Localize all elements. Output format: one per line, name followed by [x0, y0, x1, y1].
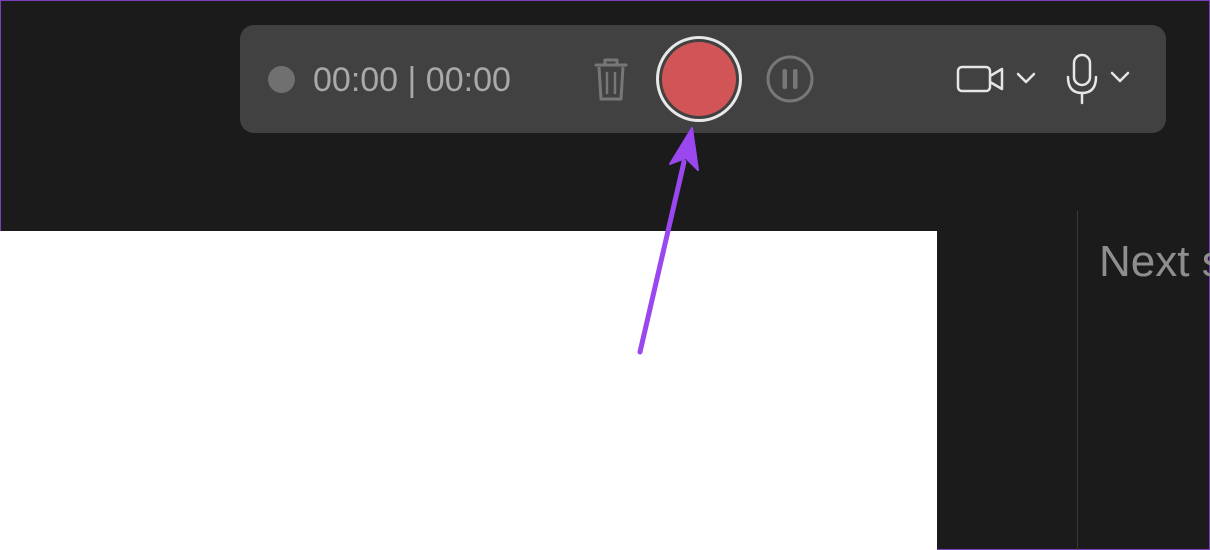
- trash-icon: [594, 58, 628, 101]
- camera-menu-button[interactable]: [956, 61, 1042, 97]
- recording-timer: 00:00 | 00:00: [313, 61, 511, 99]
- pause-icon: [766, 55, 814, 103]
- next-slide-label: Next s: [1099, 237, 1210, 286]
- recording-status-dot-icon: [268, 66, 295, 93]
- delete-recording-button[interactable]: [590, 55, 632, 103]
- microphone-menu-button[interactable]: [1064, 51, 1136, 107]
- panel-divider: [1077, 211, 1078, 550]
- record-button[interactable]: [656, 36, 742, 122]
- microphone-icon: [1066, 53, 1130, 105]
- camera-chevron-down-icon: [1016, 72, 1036, 84]
- recording-toolbar: 00:00 | 00:00: [240, 25, 1166, 133]
- video-camera-icon: [956, 65, 1036, 93]
- current-slide-preview: [0, 231, 937, 550]
- mic-chevron-down-icon: [1110, 71, 1130, 83]
- record-icon: [662, 42, 736, 116]
- pause-button[interactable]: [766, 55, 814, 103]
